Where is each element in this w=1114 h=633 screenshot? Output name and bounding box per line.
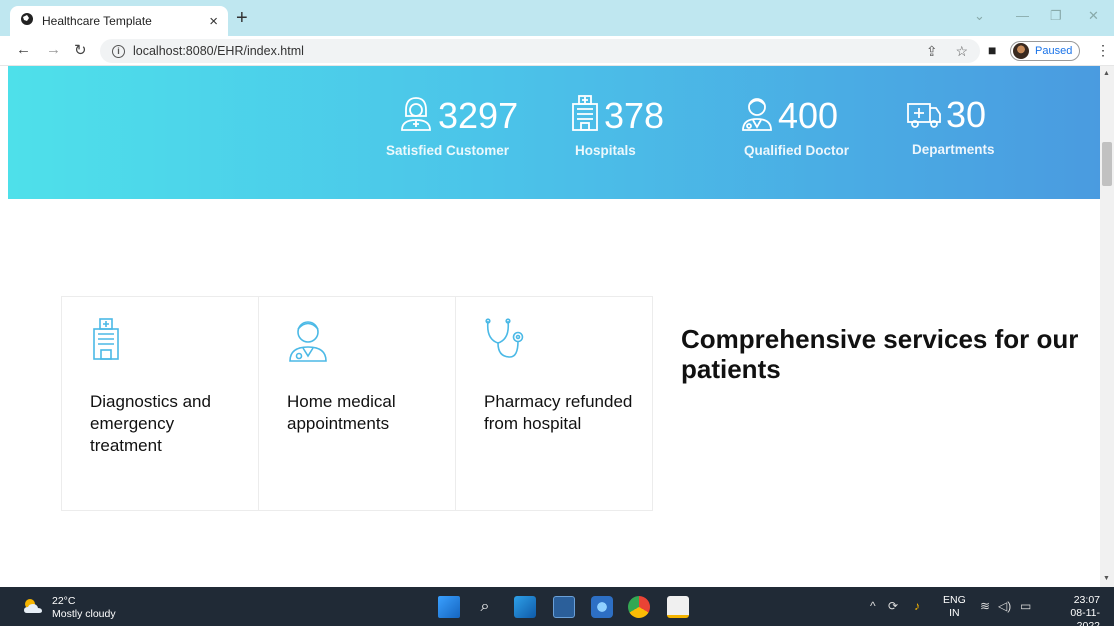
back-icon[interactable]: ← [16, 41, 31, 58]
page-scrollbar[interactable]: ▲ ▼ [1100, 66, 1114, 587]
language-code: ENG [943, 594, 966, 606]
card-title: Home medical appointments [287, 392, 396, 433]
chrome-icon[interactable] [628, 596, 650, 618]
region-code: IN [949, 607, 960, 619]
avatar [1013, 43, 1029, 59]
vscode-icon[interactable] [553, 596, 575, 618]
virtualbox-icon[interactable] [591, 596, 613, 618]
sync-icon[interactable]: ⟳ [888, 599, 898, 613]
system-clock[interactable]: 23:07 08-11-2022 [1048, 594, 1100, 633]
search-icon[interactable]: ⌕ [474, 596, 496, 618]
omnibox-actions: ⇪ ☆ [926, 43, 968, 60]
card-title: Diagnostics and emergency treatment [90, 392, 211, 455]
page-viewport: 3297 Satisfied Customer 378 Hospitals 40… [0, 66, 1100, 587]
weather-temperature: 22°C [52, 595, 76, 607]
file-explorer-icon[interactable] [514, 596, 536, 618]
weather-condition: Mostly cloudy [52, 608, 116, 620]
new-tab-icon[interactable]: + [236, 8, 248, 28]
stat-value: 3297 [438, 94, 519, 136]
close-tab-icon[interactable]: × [209, 13, 218, 30]
language-indicator[interactable]: ENG IN [943, 594, 966, 620]
stat-hospitals: 378 Hospitals [570, 94, 664, 158]
reload-icon[interactable]: ↻ [74, 41, 87, 59]
scroll-up-arrow-icon[interactable]: ▲ [1103, 70, 1110, 77]
volume-icon[interactable]: ◁) [998, 599, 1011, 613]
stat-satisfied-customers: 3297 Satisfied Customer [386, 94, 519, 159]
stat-label: Hospitals [575, 143, 636, 158]
service-card-home-appointments[interactable]: Home medical appointments [258, 296, 456, 511]
bookmark-star-icon[interactable]: ☆ [955, 43, 968, 59]
browser-tab[interactable]: Healthcare Template × [10, 6, 228, 36]
hospital-icon [90, 317, 122, 366]
side-panel-icon[interactable]: ■ [988, 42, 996, 58]
cloudy-weather-icon [22, 597, 44, 620]
globe-icon [20, 12, 34, 31]
clock-date: 08-11-2022 [1070, 607, 1100, 632]
restore-icon[interactable]: ❐ [1050, 8, 1062, 24]
stat-label: Satisfied Customer [386, 143, 510, 158]
url-text: localhost:8080/EHR/index.html [133, 44, 304, 58]
active-app-icon[interactable] [667, 596, 689, 618]
tab-search-icon[interactable]: ⌄ [974, 8, 985, 24]
address-bar[interactable]: i localhost:8080/EHR/index.html ⇪ ☆ [100, 39, 980, 63]
window-close-icon[interactable]: ✕ [1088, 8, 1099, 24]
tab-title: Healthcare Template [42, 14, 152, 28]
profile-button[interactable]: Paused [1010, 41, 1080, 61]
battery-icon[interactable]: ▭ [1020, 599, 1031, 613]
forward-icon[interactable]: → [46, 41, 61, 58]
browser-menu-icon[interactable]: ⋮ [1096, 42, 1110, 59]
os-taskbar: 22°C Mostly cloudy ⌕ ^ ⟳ ♪ ENG IN ≋ ◁) ▭… [0, 587, 1114, 632]
minimize-icon[interactable]: — [1016, 8, 1029, 23]
stat-value: 400 [778, 94, 839, 136]
stat-value: 378 [604, 94, 665, 136]
ambulance-icon [906, 96, 942, 135]
browser-tab-bar: Healthcare Template × + ⌄ — ❐ ✕ [0, 0, 1114, 36]
nurse-icon [398, 94, 434, 137]
windows-start-icon[interactable] [438, 596, 460, 618]
tray-overflow-icon[interactable]: ^ [870, 599, 876, 613]
stat-qualified-doctors: 400 Qualified Doctor [740, 94, 849, 158]
scroll-down-arrow-icon[interactable]: ▼ [1103, 575, 1110, 582]
stat-departments: 30 Departments [906, 94, 995, 157]
card-title: Pharmacy refunded from hospital [484, 392, 633, 433]
stat-value: 30 [946, 94, 987, 135]
stat-label: Qualified Doctor [744, 143, 850, 158]
wifi-icon[interactable]: ≋ [980, 599, 990, 613]
microphone-icon[interactable]: ♪ [914, 599, 920, 613]
stat-label: Departments [912, 142, 995, 157]
share-icon[interactable]: ⇪ [926, 43, 938, 59]
services-grid: Diagnostics and emergency treatment Home… [61, 296, 654, 511]
stats-band: 3297 Satisfied Customer 378 Hospitals 40… [8, 66, 1100, 199]
doctor-icon [287, 317, 329, 368]
scrollbar-thumb[interactable] [1102, 142, 1112, 186]
service-card-diagnostics[interactable]: Diagnostics and emergency treatment [61, 296, 259, 511]
services-heading: Comprehensive services for our patients [681, 324, 1079, 384]
weather-widget[interactable]: 22°C Mostly cloudy [22, 595, 116, 621]
hospital-building-icon [570, 94, 600, 137]
clock-time: 23:07 [1073, 594, 1100, 606]
service-card-pharmacy[interactable]: Pharmacy refunded from hospital [455, 296, 653, 511]
stethoscope-icon [484, 317, 528, 366]
site-info-icon[interactable]: i [112, 44, 125, 58]
browser-toolbar: ← → ↻ i localhost:8080/EHR/index.html ⇪ … [0, 36, 1114, 66]
profile-status: Paused [1035, 45, 1073, 57]
doctor-icon [740, 94, 774, 137]
